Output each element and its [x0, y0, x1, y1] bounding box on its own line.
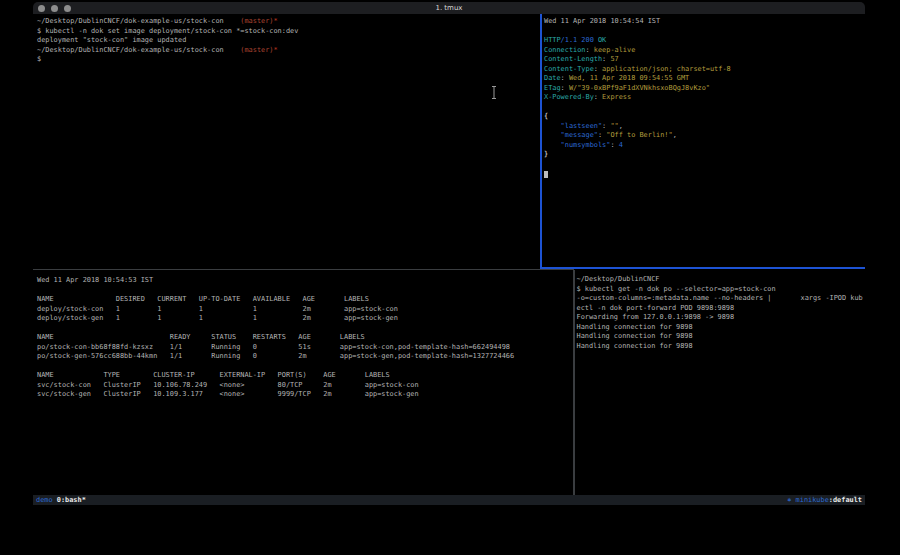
terminal-line: Forwarding from 127.0.0.1:9898 -> 9898: [577, 313, 866, 323]
terminal-line: Date: Wed, 11 Apr 2018 09:54:55 GMT: [544, 74, 865, 84]
pane-top-left-shell[interactable]: ~/Desktop/DublinCNCF/dok-example-us/stoc…: [33, 14, 540, 267]
window-label[interactable]: 0:bash*: [57, 496, 86, 504]
terminal-line: Content-Type: application/json; charset=…: [544, 65, 865, 75]
pane-divider-horizontal-active[interactable]: [540, 267, 865, 269]
terminal-line: NAME READY STATUS RESTARTS AGE LABELS: [37, 333, 573, 343]
pane-top-right-http-response[interactable]: Wed 11 Apr 2018 10:54:54 IST HTTP/1.1 20…: [542, 14, 865, 267]
ibeam-mouse-cursor: [490, 85, 498, 100]
terminal-line: $: [37, 55, 540, 65]
title-bar[interactable]: 1. tmux: [33, 2, 865, 14]
status-left: demo 0:bash*: [36, 495, 86, 506]
terminal-line: [37, 286, 573, 296]
terminal-line: [37, 324, 573, 334]
terminal-line: "lastseen": "",: [544, 122, 865, 132]
terminal-line: HTTP/1.1 200 OK: [544, 36, 865, 46]
kube-namespace: :default: [829, 496, 862, 504]
tmux-status-bar: demo 0:bash* ⎈ minikube:default: [33, 495, 865, 505]
terminal-line: svc/stock-gen ClusterIP 10.109.3.177 <no…: [37, 390, 573, 400]
terminal-line: {: [544, 112, 865, 122]
tmux-terminal: ~/Desktop/DublinCNCF/dok-example-us/stoc…: [33, 14, 865, 495]
terminal-line: ectl -n dok port-forward POD 9898:9898: [577, 304, 866, 314]
terminal-line: X-Powered-By: Express: [544, 93, 865, 103]
terminal-line: Handling connection for 9898: [577, 323, 866, 333]
pane-divider-vertical[interactable]: [573, 270, 575, 495]
terminal-line: Content-Length: 57: [544, 55, 865, 65]
terminal-line: ~/Desktop/DublinCNCF: [577, 275, 866, 285]
terminal-line: svc/stock-con ClusterIP 10.106.78.249 <n…: [37, 381, 573, 391]
terminal-line: deploy/stock-con 1 1 1 1 2m app=stock-co…: [37, 305, 573, 315]
pane-divider-vertical-active[interactable]: [540, 14, 542, 269]
terminal-line: $ kubectl -n dok set image deployment/st…: [37, 27, 540, 37]
session-name[interactable]: demo: [36, 496, 53, 504]
terminal-line: "numsymbols": 4: [544, 141, 865, 151]
terminal-line: Handling connection for 9898: [577, 342, 866, 352]
terminal-line: ~/Desktop/DublinCNCF/dok-example-us/stoc…: [37, 17, 540, 27]
terminal-line: -o=custom-columns=:metadata.name --no-he…: [577, 294, 866, 304]
terminal-line: Connection: keep-alive: [544, 46, 865, 56]
terminal-line: po/stock-con-bb68f88fd-kzsxz 1/1 Running…: [37, 343, 573, 353]
terminal-line: [544, 103, 865, 113]
window-title: 1. tmux: [33, 2, 865, 14]
pane-bottom-left-kubectl-watch[interactable]: Wed 11 Apr 2018 10:54:53 IST NAME DESIRE…: [33, 270, 573, 495]
terminal-line: ETag: W/"39-0xBPf9aF1dXVNkhsxoBQgJ8vKzo": [544, 84, 865, 94]
terminal-window: 1. tmux ~/Desktop/DublinCNCF/dok-example…: [33, 2, 865, 505]
terminal-line: NAME DESIRED CURRENT UP-TO-DATE AVAILABL…: [37, 295, 573, 305]
terminal-line: [37, 362, 573, 372]
terminal-line: po/stock-gen-576cc688bb-44kmn 1/1 Runnin…: [37, 352, 573, 362]
kube-context: minikube: [796, 496, 829, 504]
terminal-line: Handling connection for 9898: [577, 332, 866, 342]
terminal-line: "message": "Off to Berlin!",: [544, 131, 865, 141]
terminal-line: Wed 11 Apr 2018 10:54:53 IST: [37, 276, 573, 286]
pane-bottom-right-port-forward[interactable]: ~/Desktop/DublinCNCF$ kubectl get -n dok…: [575, 270, 866, 495]
terminal-line: deploy/stock-gen 1 1 1 1 2m app=stock-ge…: [37, 314, 573, 324]
terminal-line: ~/Desktop/DublinCNCF/dok-example-us/stoc…: [37, 46, 540, 56]
status-right: ⎈ minikube:default: [787, 495, 862, 506]
terminal-line: [544, 27, 865, 37]
terminal-line: [544, 160, 865, 170]
terminal-line: [544, 169, 865, 179]
pane-divider-horizontal[interactable]: [33, 269, 574, 270]
terminal-line: }: [544, 150, 865, 160]
terminal-line: $ kubectl get -n dok po --selector=app=s…: [577, 285, 866, 295]
terminal-line: Wed 11 Apr 2018 10:54:54 IST: [544, 17, 865, 27]
terminal-line: NAME TYPE CLUSTER-IP EXTERNAL-IP PORT(S)…: [37, 371, 573, 381]
terminal-line: deployment "stock-con" image updated: [37, 36, 540, 46]
